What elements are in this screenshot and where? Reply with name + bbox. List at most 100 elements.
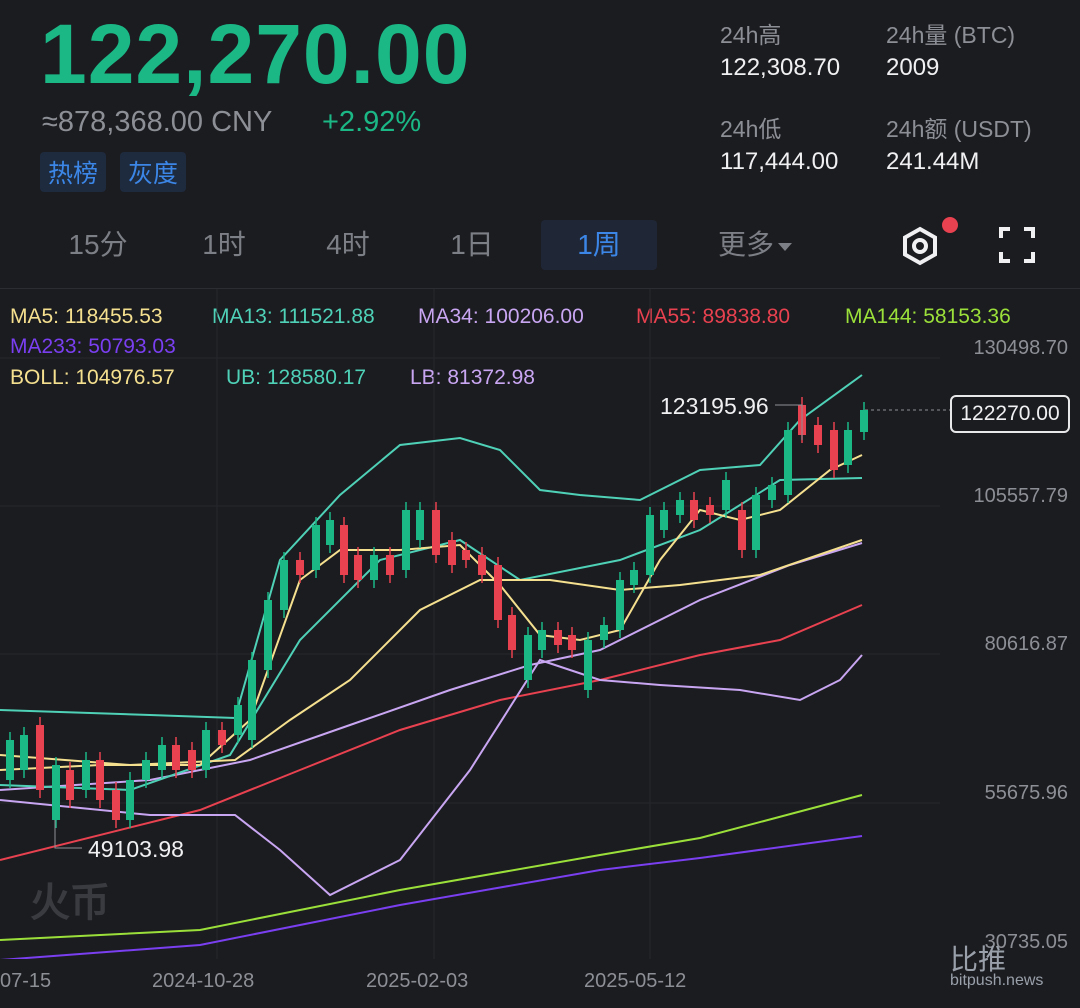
stat-label: 24h高	[720, 22, 782, 48]
candle-body	[66, 770, 74, 800]
stat-24h-amount: 24h额 (USDT) 241.44M	[886, 110, 1032, 176]
candle-body	[524, 635, 532, 680]
stat-label: 24h低	[720, 116, 782, 142]
stat-label: 24h量 (BTC)	[886, 22, 1016, 48]
candle-body	[248, 660, 256, 740]
stat-value: 2009	[886, 54, 940, 81]
ma13-line	[0, 477, 863, 792]
candle-body	[20, 735, 28, 770]
candle-body	[280, 560, 288, 610]
candle-body	[126, 780, 134, 820]
candle-body	[188, 750, 196, 770]
candle-body	[660, 510, 668, 530]
interval-tabs: 15分 1时 4时 1日 1周 更多	[0, 220, 860, 270]
tag-grayscale[interactable]: 灰度	[120, 152, 187, 192]
candle-body	[112, 790, 120, 820]
ma34-line	[0, 542, 863, 791]
candle-body	[432, 510, 440, 555]
candle-body	[142, 760, 150, 780]
candle-body	[96, 760, 104, 800]
tags: 热榜 灰度	[40, 152, 187, 192]
candle-body	[706, 505, 714, 515]
huobi-watermark: 火币	[30, 881, 110, 925]
stat-24h-high: 24h高 122,308.70	[720, 16, 840, 82]
candle-body	[814, 425, 822, 445]
candle-body	[370, 555, 378, 580]
x-axis-label: 2025-02-03	[366, 970, 469, 992]
tag-hot[interactable]: 热榜	[40, 152, 107, 192]
candle-body	[830, 430, 838, 470]
candle-body	[172, 745, 180, 770]
candle-body	[722, 480, 730, 510]
candle-body	[158, 745, 166, 770]
candle-body	[326, 520, 334, 545]
bitpush-url: bitpush.news	[950, 972, 1044, 989]
tab-1d[interactable]: 1日	[414, 220, 530, 270]
tab-15m[interactable]: 15分	[40, 220, 156, 270]
candle-body	[6, 740, 14, 780]
x-axis-label: 07-15	[0, 970, 52, 992]
candle-body	[52, 765, 60, 820]
low-marker-label: 49103.98	[88, 836, 184, 862]
candle-body	[386, 555, 394, 575]
candle-body	[768, 485, 776, 500]
candle-body	[416, 510, 424, 540]
stat-value: 117,444.00	[720, 148, 839, 175]
stat-label: 24h额 (USDT)	[886, 116, 1032, 142]
stat-value: 241.44M	[886, 148, 980, 175]
candle-body	[568, 635, 576, 650]
current-price: 122,270.00	[40, 7, 471, 101]
stat-24h-volume: 24h量 (BTC) 2009	[886, 16, 1015, 82]
y-axis-label: 130498.70	[973, 337, 1068, 359]
candle-body	[218, 730, 226, 745]
price-change: +2.92%	[322, 106, 422, 138]
settings-hex-icon[interactable]	[900, 226, 940, 266]
candle-body	[494, 565, 502, 620]
caret-down-icon	[778, 242, 792, 251]
cny-price: ≈878,368.00 CNY	[42, 106, 273, 138]
candle-body	[202, 730, 210, 770]
candle-body	[630, 570, 638, 585]
y-axis-label: 55675.96	[984, 782, 1068, 804]
candle-body	[234, 705, 242, 735]
candle-body	[676, 500, 684, 515]
tab-1h[interactable]: 1时	[166, 220, 282, 270]
x-axis-label: 2025-05-12	[584, 970, 687, 992]
candle-body	[264, 600, 272, 670]
candle-body	[462, 550, 470, 560]
tab-1w[interactable]: 1周	[541, 220, 657, 270]
current-price-tag: 122270.00	[950, 395, 1070, 433]
candle-body	[600, 625, 608, 640]
candle-body	[402, 510, 410, 570]
y-axis-label: 80616.87	[984, 633, 1068, 655]
candle-body	[82, 760, 90, 790]
stat-value: 122,308.70	[720, 54, 841, 81]
boll-mid-line	[0, 539, 863, 767]
candle-body	[860, 410, 868, 432]
candle-body	[690, 500, 698, 520]
candle-body	[844, 430, 852, 465]
tab-4h[interactable]: 4时	[290, 220, 406, 270]
candle-body	[340, 525, 348, 575]
x-axis-label: 2024-10-28	[152, 970, 255, 992]
candle-body	[646, 515, 654, 575]
high-marker-label: 123195.96	[660, 393, 769, 419]
candle-body	[354, 555, 362, 580]
notification-dot-icon	[942, 217, 958, 233]
tab-more-label: 更多	[717, 229, 774, 260]
candle-body	[616, 580, 624, 630]
fullscreen-icon[interactable]	[998, 226, 1036, 264]
candle-body	[312, 525, 320, 570]
candle-body	[554, 630, 562, 645]
candle-body	[478, 555, 486, 575]
candle-body	[584, 640, 592, 690]
candle-body	[784, 430, 792, 495]
stat-24h-low: 24h低 117,444.00	[720, 110, 838, 176]
tab-more[interactable]: 更多	[700, 220, 810, 270]
y-axis-label: 105557.79	[973, 485, 1068, 507]
candle-body	[36, 725, 44, 790]
candle-body	[508, 615, 516, 650]
candle-body	[296, 560, 304, 575]
candle-body	[752, 495, 760, 550]
ma5-line	[0, 454, 863, 771]
